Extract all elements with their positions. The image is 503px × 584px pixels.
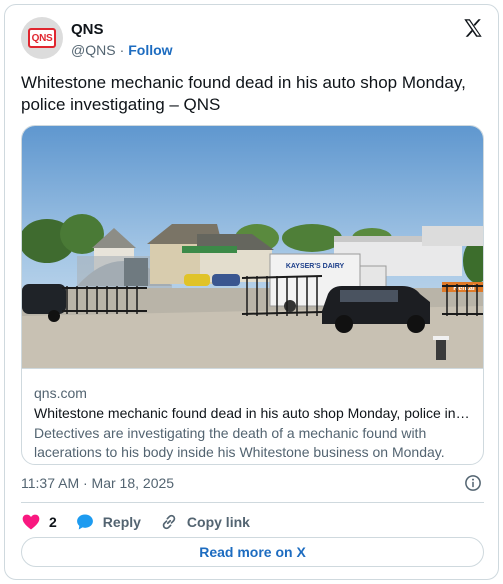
embedded-tweet-card: QNS QNS @QNS · Follow Whitestone mechani… (4, 4, 499, 580)
action-bar: 2 Reply Copy link (21, 510, 250, 534)
timestamp[interactable]: 11:37 AM · Mar 18, 2025 (21, 475, 174, 491)
link-description: Detectives are investigating the death o… (34, 425, 445, 460)
article-image: KAYSER'S DAIRY Rental (22, 126, 483, 368)
author-handle-row: @QNS · Follow (71, 42, 173, 58)
author-handle[interactable]: @QNS (71, 42, 116, 58)
author-name[interactable]: QNS (71, 21, 104, 38)
like-count: 2 (49, 514, 57, 530)
x-logo-icon[interactable] (462, 17, 484, 39)
link-title[interactable]: Whitestone mechanic found dead in his au… (34, 405, 476, 421)
follow-button[interactable]: Follow (128, 42, 172, 58)
copy-link-label: Copy link (186, 514, 250, 530)
chat-bubble-icon (76, 514, 93, 530)
link-icon (162, 514, 176, 530)
heart-icon (22, 514, 40, 530)
reply-button[interactable]: Reply (75, 512, 141, 532)
qns-logo: QNS (28, 28, 56, 48)
link-preview-card[interactable]: KAYSER'S DAIRY Rental qns.com Whitestone… (21, 125, 484, 465)
avatar[interactable]: QNS (21, 17, 63, 59)
tweet-text: Whitestone mechanic found dead in his au… (21, 73, 466, 114)
like-button[interactable]: 2 (21, 512, 57, 532)
divider (21, 502, 484, 503)
separator-dot: · (119, 42, 125, 58)
truck-sign-text: KAYSER'S DAIRY (286, 263, 345, 270)
link-domain: qns.com (34, 385, 87, 401)
link-preview-meta: qns.com Whitestone mechanic found dead i… (22, 368, 483, 464)
info-icon[interactable] (464, 474, 482, 492)
copy-link-button[interactable]: Copy link (159, 512, 250, 532)
read-more-button[interactable]: Read more on X (21, 537, 484, 567)
reply-label: Reply (102, 514, 141, 530)
